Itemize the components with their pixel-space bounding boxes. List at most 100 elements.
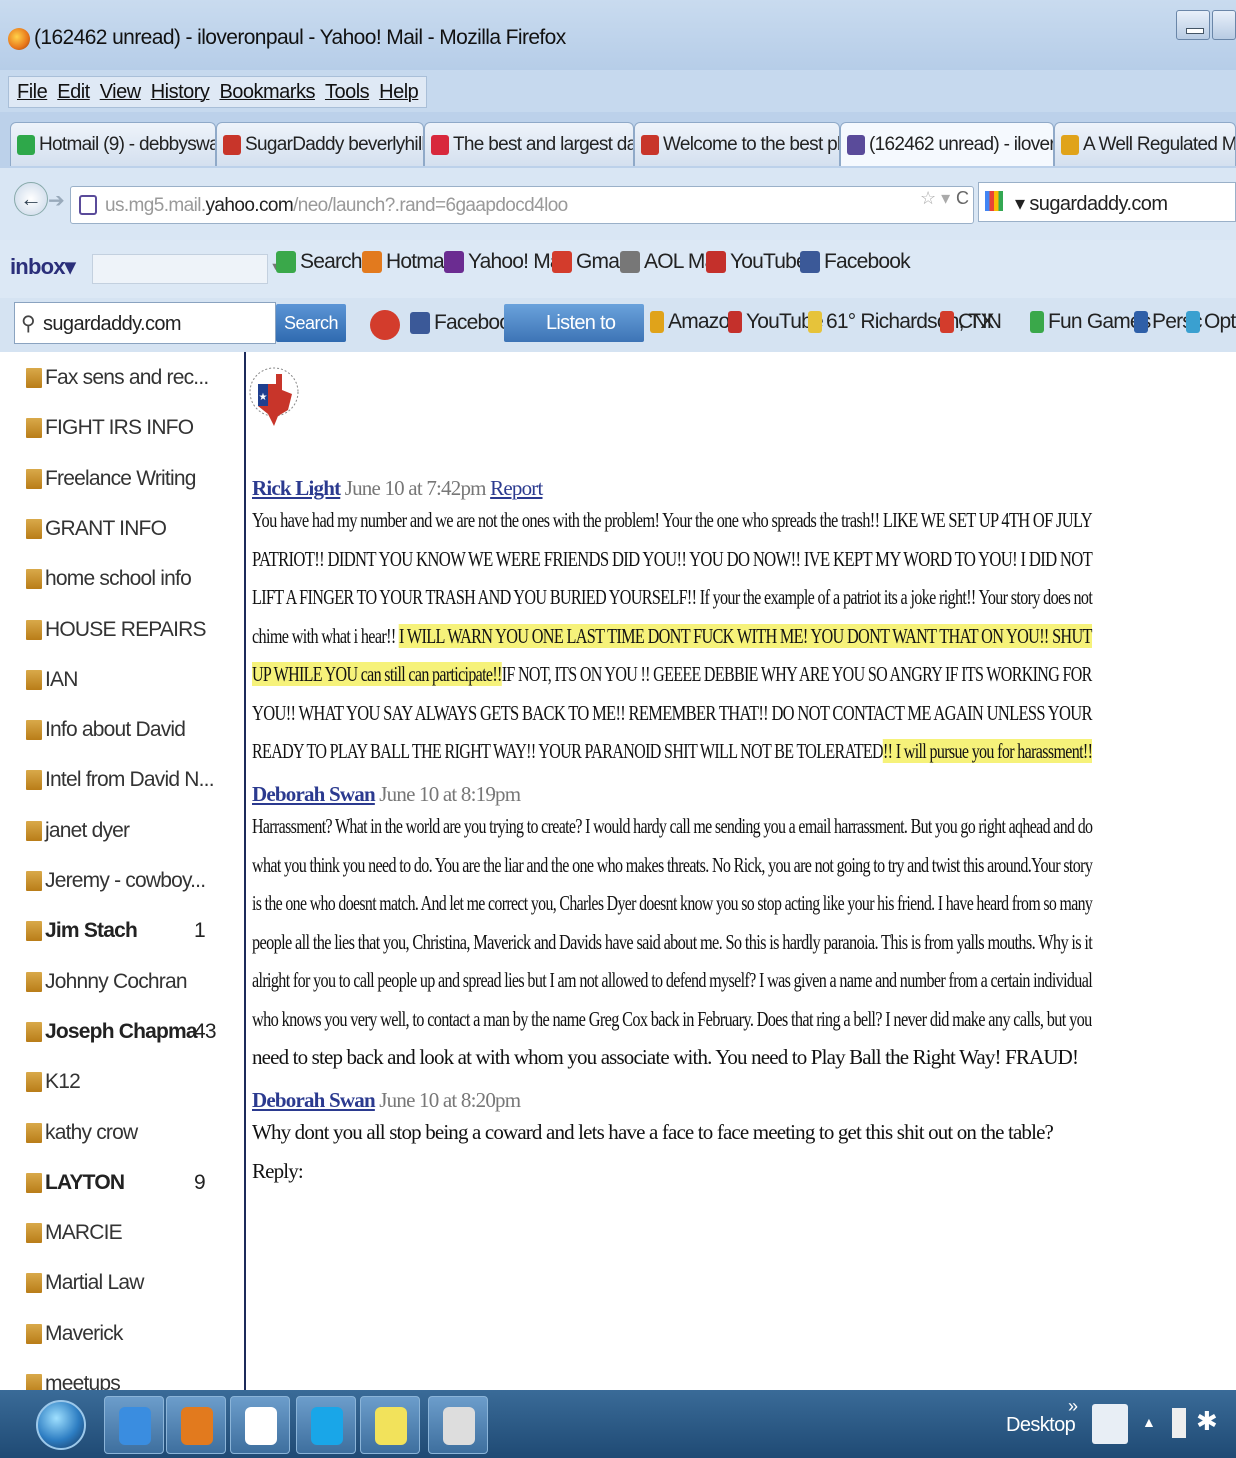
message-thread: ★ Rick Light June 10 at 7:42pm Report You… [248, 352, 1236, 1390]
toolbar-youtube-button[interactable]: YouTube [706, 250, 808, 274]
folder-item[interactable]: GRANT INFO [26, 509, 167, 549]
toolbar-item-icon [800, 251, 820, 273]
folder-item[interactable]: Joseph Chapma 43 [26, 1012, 217, 1052]
folder-item[interactable]: HOUSE REPAIRS [26, 610, 207, 650]
back-arrow-icon[interactable]: ← [14, 182, 48, 216]
folder-item[interactable]: Freelance Writing [26, 459, 196, 499]
folder-item[interactable]: Intel from David N... [26, 760, 215, 800]
folder-item[interactable]: Info about David [26, 710, 186, 750]
minimize-button[interactable] [1176, 10, 1210, 40]
toolbar2-item[interactable]: Amazon [650, 310, 741, 334]
toolbar-search-button[interactable]: Search [276, 250, 363, 274]
menu-tools[interactable]: Tools [325, 81, 370, 103]
tab-favicon-icon [17, 134, 35, 155]
browser-tab[interactable]: SugarDaddy beverlyhilld...× [216, 122, 424, 166]
taskbar-sticky-notes-button[interactable] [360, 1396, 420, 1454]
folder-item[interactable]: LAYTON 9 [26, 1163, 206, 1203]
taskbar-skype-button[interactable] [296, 1396, 356, 1454]
url-bar[interactable]: us.mg5.mail.yahoo.com/neo/launch?.rand=6… [70, 186, 974, 224]
message-author-link[interactable]: Deborah Swan [252, 1088, 376, 1112]
message-line: chime with what i hear!! I WILL WARN YOU… [252, 623, 1092, 649]
menu-history[interactable]: History [151, 81, 210, 103]
taskbar-internet-explorer-button[interactable] [104, 1396, 164, 1454]
toolbar-item-label: Hotmail [386, 250, 452, 273]
toolbar-yahoo-mail-button[interactable]: Yahoo! Mail [444, 250, 569, 274]
menu-help[interactable]: Help [379, 81, 419, 103]
toolbar2-item-icon [1030, 311, 1044, 333]
folder-item[interactable]: MARCIE [26, 1213, 123, 1253]
message-author-link[interactable]: Deborah Swan [252, 782, 376, 806]
folder-icon [26, 569, 42, 590]
toolbar-facebook-button[interactable]: Facebook [800, 250, 911, 274]
browser-tab[interactable]: Welcome to the best pla...× [634, 122, 840, 166]
message-text: READY TO PLAY BALL THE RIGHT WAY!! YOUR … [252, 739, 884, 763]
report-link[interactable]: Report [490, 476, 543, 500]
taskbar-cdf-viewer-button[interactable] [230, 1396, 290, 1454]
battery-icon[interactable] [1172, 1408, 1186, 1438]
folder-item[interactable]: Johnny Cochran [26, 962, 188, 1002]
taskbar-firefox-button[interactable] [166, 1396, 226, 1454]
folder-item[interactable]: meetups [26, 1364, 121, 1390]
browser-tab[interactable]: A Well Regulated Militia:... [1054, 122, 1236, 166]
menu-edit[interactable]: Edit [57, 81, 90, 103]
folder-item[interactable]: Jim Stach 1 [26, 911, 206, 951]
folder-item[interactable]: Maverick [26, 1314, 123, 1354]
chevron-right-icon[interactable]: » [1068, 1396, 1078, 1417]
internet-explorer-icon [119, 1407, 151, 1445]
folder-icon [26, 1223, 42, 1244]
browser-tab[interactable]: (162462 unread) - ilover...× [840, 122, 1054, 166]
forward-arrow-icon[interactable]: ➔ [48, 188, 65, 213]
folder-item[interactable]: kathy crow [26, 1113, 138, 1153]
toolbar2-item[interactable]: Opti [1186, 310, 1236, 334]
inbox-button[interactable]: inbox ▾ [10, 254, 76, 280]
browser-tab[interactable]: Hotmail (9) - debbyswan...× [10, 122, 216, 166]
folder-name: Freelance Writing [45, 466, 196, 490]
toolbar-search-input[interactable]: ⚲ sugardaddy.com [14, 302, 276, 344]
maximize-button[interactable] [1212, 10, 1236, 40]
folder-item[interactable]: janet dyer [26, 811, 130, 851]
desktop-toolbar-label[interactable]: Desktop [1006, 1414, 1076, 1437]
folder-item[interactable]: Fax sens and rec... [26, 358, 209, 398]
message-header: Deborah Swan June 10 at 8:20pm [252, 1088, 521, 1113]
unread-count: 1 [194, 919, 206, 943]
folder-item[interactable]: FIGHT IRS INFO [26, 408, 194, 448]
folder-name: meetups [45, 1372, 121, 1390]
folder-icon [26, 1323, 42, 1344]
folder-item[interactable]: IAN [26, 660, 78, 700]
toolbar2-item[interactable]: CNN [940, 310, 1002, 334]
message-line: what you think you need to do. You are t… [252, 852, 1093, 878]
message-text: LIFT A FINGER TO YOUR TRASH AND YOU BURI… [252, 585, 1093, 609]
pen-input-icon[interactable] [1092, 1404, 1128, 1444]
toolbar2-item-icon [1134, 311, 1148, 333]
message-text: what you think you need to do. You are t… [252, 852, 1093, 877]
toolbar-hotmail-button[interactable]: Hotmail [362, 250, 452, 274]
folder-name: GRANT INFO [45, 516, 167, 540]
browser-tab[interactable]: The best and largest dati...× [424, 122, 634, 166]
browser-search-box[interactable]: ▾ sugardaddy.com [978, 182, 1236, 222]
taskbar-pen-tool-button[interactable] [428, 1396, 488, 1454]
menu-file[interactable]: File [17, 81, 48, 103]
bookmark-star-icon[interactable]: ☆ ▾ [920, 188, 950, 209]
ask-icon[interactable] [370, 310, 404, 340]
start-button[interactable] [36, 1400, 86, 1450]
toolbar-search-button[interactable]: Search [276, 304, 346, 342]
folder-icon [26, 669, 42, 690]
toolbar2-item[interactable]: Fun Games [1030, 310, 1151, 334]
menu-view[interactable]: View [100, 81, 142, 103]
reload-icon[interactable]: C [956, 188, 969, 209]
listen-to-button[interactable]: Listen to [504, 304, 644, 342]
folder-item[interactable]: Jeremy - cowboy... [26, 861, 206, 901]
folder-item[interactable]: K12 [26, 1062, 81, 1102]
folder-item[interactable]: home school info [26, 559, 192, 599]
inbox-dropdown[interactable] [92, 254, 281, 284]
message-line: is the one who doesnt match. And let me … [252, 891, 1093, 916]
message-author-link[interactable]: Rick Light [252, 476, 341, 500]
toolbar-gmail-button[interactable]: Gmail [552, 250, 628, 274]
tray-expand-icon[interactable]: ▲ [1142, 1414, 1156, 1430]
menu-bookmarks[interactable]: Bookmarks [219, 81, 315, 103]
folder-item[interactable]: Martial Law [26, 1263, 144, 1303]
network-icon[interactable]: ✱ [1196, 1406, 1224, 1440]
folder-icon [26, 619, 42, 640]
folder-name: Intel from David N... [45, 768, 215, 792]
unread-count: 9 [194, 1170, 206, 1194]
